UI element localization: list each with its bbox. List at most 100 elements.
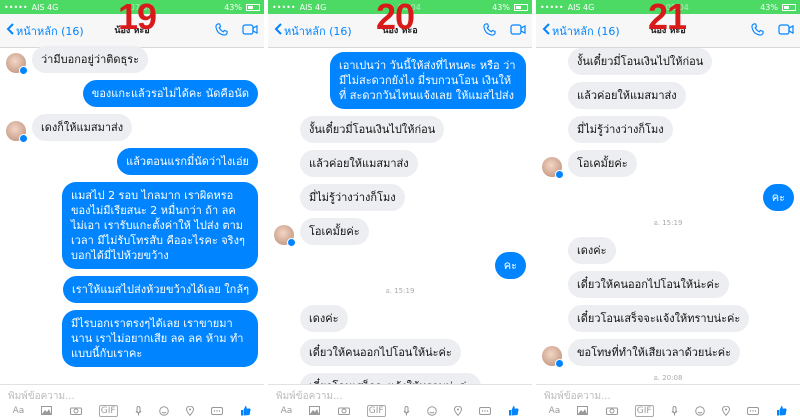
contact-avatar[interactable]: [542, 346, 564, 368]
photo-icon[interactable]: [41, 406, 53, 415]
status-carrier: ••••• AIS 4G: [540, 3, 594, 12]
message-bubble[interactable]: เดี๋ยวโอนเสร็จจะแจ้งให้ทราบน่ะค่ะ: [568, 305, 750, 332]
panel-number-label: 21: [648, 0, 687, 37]
emoji-icon[interactable]: [159, 405, 169, 416]
message-bubble[interactable]: มีไรบอกเราตรงๆได้เลย เราขายมานาน เราไม่อ…: [62, 310, 258, 367]
incoming-message: มี่ไม่รู้ว่างว่างก็โมง: [274, 184, 526, 211]
more-options-icon[interactable]: [479, 406, 492, 415]
photo-icon[interactable]: [309, 406, 321, 415]
incoming-message: เดี๋ยวให้คนออกไปโอนให้น่ะค่ะ: [274, 339, 526, 366]
incoming-message: ว่ามีบอกอยู่ว่าติดธุระ: [6, 46, 258, 75]
incoming-message: เดี๋ยวให้คนออกไปโอนให้น่ะค่ะ: [542, 271, 794, 298]
message-bubble[interactable]: แล้วค่อยให้แมสมาส่ง: [568, 82, 686, 109]
location-icon[interactable]: [722, 405, 730, 416]
video-call-icon[interactable]: [242, 23, 258, 38]
incoming-message: เดงค่ะ: [542, 237, 794, 264]
message-list[interactable]: ว่ามีบอกอยู่ว่าติดธุระของแกะแล้วรอไม่ได้…: [0, 42, 264, 384]
message-bubble[interactable]: มี่ไม่รู้ว่างว่างก็โมง: [568, 116, 673, 143]
screenshot-collage: 19 ••••• AIS 4G 07:58 43% หน้าหลัก (16) น้อง ห…: [0, 0, 800, 420]
message-bubble[interactable]: ขอโทษที่ทำให้เสียเวลาด้วยน่ะค่ะ: [568, 339, 741, 366]
message-bubble[interactable]: แล้วค่อยให้แมสมาส่ง: [300, 150, 418, 177]
outgoing-message: แมสไป 2 รอบ ไกลมาก เราผิดหรอ ของไม่มีเรี…: [6, 182, 258, 269]
message-bubble[interactable]: เอาเปนว่า วันนี้ให้ส่งที่ไหนคะ หรือ ว่าม…: [330, 52, 526, 109]
like-icon[interactable]: [508, 405, 519, 416]
phone-icon[interactable]: [751, 22, 764, 39]
message-bubble[interactable]: เดี๋ยวให้คนออกไปโอนให้น่ะค่ะ: [300, 339, 461, 366]
message-bubble[interactable]: เดี๋ยวให้คนออกไปโอนให้น่ะค่ะ: [568, 271, 729, 298]
location-icon[interactable]: [454, 405, 462, 416]
incoming-message: เดี๋ยวโอนเสร็จจะแจ้งให้ทราบน่ะค่ะ: [542, 305, 794, 332]
message-timestamp: อ. 15:19: [385, 287, 415, 295]
message-input[interactable]: พิมพ์ข้อความ...: [536, 385, 800, 402]
contact-avatar[interactable]: [274, 225, 296, 247]
message-bubble[interactable]: ของแกะแล้วรอไม่ได้คะ นัดคือนัด: [82, 80, 258, 107]
like-icon[interactable]: [776, 405, 787, 416]
outgoing-message: มีไรบอกเราตรงๆได้เลย เราขายมานาน เราไม่อ…: [6, 310, 258, 367]
message-bubble[interactable]: โอเคมั้ยค่ะ: [568, 150, 637, 177]
message-bubble[interactable]: เดงค่ะ: [300, 305, 348, 332]
photo-icon[interactable]: [577, 406, 589, 415]
message-list[interactable]: งั้นเดี๋ยวมี่โอนเงินไปให้ก่อนแล้วค่อยให้…: [536, 44, 800, 384]
status-battery: 43%: [760, 3, 796, 12]
message-bubble[interactable]: เดี๋ยวโอนเสร็จจะแจ้งให้ทราบน่ะค่ะ: [300, 373, 482, 384]
contact-avatar[interactable]: [6, 53, 28, 75]
incoming-message: เดงค่ะ: [274, 305, 526, 332]
message-input[interactable]: พิมพ์ข้อความ...: [268, 385, 532, 402]
message-bubble[interactable]: งั้นเดี๋ยวมี่โอนเงินไปให้ก่อน: [300, 116, 445, 143]
incoming-message: เดี๋ยวโอนเสร็จจะแจ้งให้ทราบน่ะค่ะ: [274, 373, 526, 384]
message-list[interactable]: เอาเปนว่า วันนี้ให้ส่งที่ไหนคะ หรือ ว่าม…: [268, 48, 532, 384]
incoming-message: แล้วค่อยให้แมสมาส่ง: [274, 150, 526, 177]
microphone-icon[interactable]: [403, 405, 410, 416]
message-bubble[interactable]: แมสไป 2 รอบ ไกลมาก เราผิดหรอ ของไม่มีเรี…: [62, 182, 258, 269]
phone-icon[interactable]: [215, 22, 228, 39]
status-carrier: ••••• AIS 4G: [272, 3, 326, 12]
emoji-icon[interactable]: [695, 405, 705, 416]
message-bubble[interactable]: คะ: [494, 252, 526, 279]
outgoing-message: เอาเปนว่า วันนี้ให้ส่งที่ไหนคะ หรือ ว่าม…: [274, 52, 526, 109]
camera-icon[interactable]: [605, 406, 618, 415]
panel-number-label: 19: [118, 0, 157, 37]
contact-avatar[interactable]: [542, 157, 564, 179]
message-bubble[interactable]: คะ: [762, 184, 794, 211]
more-options-icon[interactable]: [211, 406, 224, 415]
gif-button[interactable]: GIF: [366, 404, 386, 417]
camera-icon[interactable]: [69, 406, 82, 415]
contact-avatar[interactable]: [6, 121, 28, 143]
camera-icon[interactable]: [337, 406, 350, 415]
battery-icon: [782, 3, 796, 11]
message-bubble[interactable]: มี่ไม่รู้ว่างว่างก็โมง: [300, 184, 405, 211]
more-options-icon[interactable]: [747, 406, 760, 415]
back-button[interactable]: หน้าหลัก (16): [274, 22, 352, 40]
like-icon[interactable]: [240, 405, 251, 416]
chat-screen-19: 19 ••••• AIS 4G 07:58 43% หน้าหลัก (16) น้อง ห…: [0, 0, 264, 420]
message-input[interactable]: พิมพ์ข้อความ...: [0, 385, 264, 402]
back-button[interactable]: หน้าหลัก (16): [6, 22, 84, 40]
message-bubble[interactable]: งั้นเดี๋ยวมี่โอนเงินไปให้ก่อน: [568, 48, 713, 75]
phone-icon[interactable]: [483, 22, 496, 39]
message-bubble[interactable]: เดงก็ให้แมสมาส่ง: [32, 114, 133, 141]
microphone-icon[interactable]: [671, 405, 678, 416]
gif-button[interactable]: GIF: [634, 404, 654, 417]
message-bubble[interactable]: โอเคมั้ยค่ะ: [300, 218, 369, 245]
message-bubble[interactable]: เราให้แมสไปส่งห้วยขว้างได้เลย ใกล้ๆ: [62, 276, 258, 303]
video-call-icon[interactable]: [510, 23, 526, 38]
location-icon[interactable]: [186, 405, 194, 416]
video-call-icon[interactable]: [778, 23, 794, 38]
outgoing-message: คะ: [274, 252, 526, 279]
back-label: หน้าหลัก (16): [284, 24, 352, 38]
microphone-icon[interactable]: [135, 405, 142, 416]
back-button[interactable]: หน้าหลัก (16): [542, 22, 620, 40]
message-bubble[interactable]: ว่ามีบอกอยู่ว่าติดธุระ: [32, 46, 149, 73]
text-format-button[interactable]: Aa: [549, 406, 561, 416]
message-bubble[interactable]: แล้วตอนแรกมี่นัดว่าไงเอ่ย: [117, 148, 258, 175]
signal-dots-icon: •••••: [540, 2, 564, 12]
gif-button[interactable]: GIF: [98, 404, 118, 417]
message-bubble[interactable]: เดงค่ะ: [568, 237, 616, 264]
incoming-message: โอเคมั้ยค่ะ: [274, 218, 526, 247]
carrier-label: AIS 4G: [567, 2, 595, 12]
text-format-button[interactable]: Aa: [281, 406, 293, 416]
composer-toolbar: Aa GIF: [0, 402, 264, 419]
text-format-button[interactable]: Aa: [13, 406, 25, 416]
battery-percent: 43%: [760, 2, 778, 12]
emoji-icon[interactable]: [427, 405, 437, 416]
